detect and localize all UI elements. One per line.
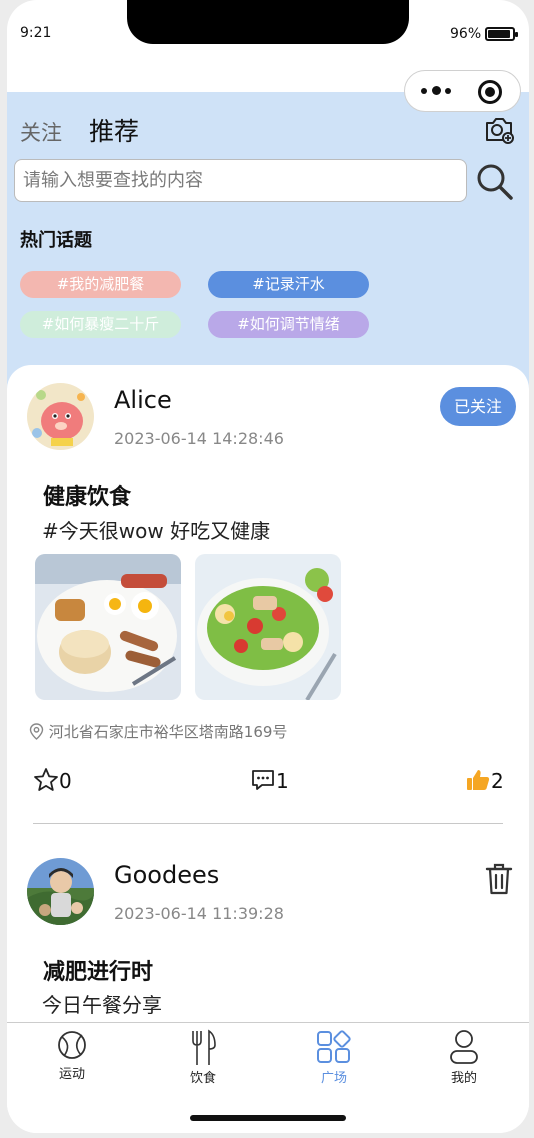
close-target-icon[interactable]: [478, 80, 502, 104]
tab-label: 饮食: [189, 1071, 216, 1086]
search-input[interactable]: [15, 160, 466, 201]
search-box: [14, 159, 467, 202]
post-body: #今天很wow 好吃又健康: [42, 519, 271, 543]
like-count: 2: [491, 769, 504, 793]
post-location[interactable]: 河北省石家庄市裕华区塔南路169号: [29, 721, 287, 742]
header-area: 关注 推荐 热门话题 #我的减肥餐 #记录汗水 #如何暴瘦二十斤 #如何调节情绪: [7, 92, 529, 392]
tab-label: 我的: [450, 1071, 477, 1086]
topic-tag[interactable]: #如何调节情绪: [208, 311, 369, 338]
favorite-count: 0: [59, 769, 72, 793]
topic-tag[interactable]: #如何暴瘦二十斤: [20, 311, 181, 338]
hot-topics-title: 热门话题: [20, 230, 92, 251]
comment-icon: [252, 770, 274, 790]
tab-recommend[interactable]: 推荐: [89, 112, 139, 148]
square-grid-icon: [317, 1030, 351, 1063]
search-icon[interactable]: [475, 162, 515, 202]
post-body: 今日午餐分享: [42, 993, 162, 1017]
location-pin-icon: [29, 723, 44, 740]
trash-icon[interactable]: [483, 862, 515, 896]
post-title: 减肥进行时: [43, 960, 154, 985]
follow-button[interactable]: 已关注: [440, 387, 516, 426]
topic-tag[interactable]: #我的减肥餐: [20, 271, 181, 298]
notch: [127, 0, 409, 44]
phone-screen: 9:21 96% 关注 推荐 热门话题 #我的减肥餐 #记录汗水 #如何暴瘦二十…: [7, 0, 529, 1133]
topic-tag[interactable]: #记录汗水: [208, 271, 369, 298]
battery-icon: [485, 27, 518, 41]
post-author[interactable]: Goodees: [114, 861, 219, 889]
status-bar: 9:21 96%: [7, 0, 529, 60]
post-image-salad[interactable]: [195, 554, 341, 700]
post-time: 2023-06-14 11:39:28: [114, 904, 284, 923]
tab-square[interactable]: 广场: [294, 1029, 374, 1086]
more-dots-icon[interactable]: [421, 83, 461, 99]
comment-count: 1: [276, 769, 289, 793]
star-icon: [34, 768, 58, 791]
battery-percent: 96%: [450, 26, 482, 42]
tab-label: 运动: [58, 1067, 85, 1082]
favorite-action[interactable]: 0: [33, 767, 72, 793]
thumbs-up-icon: [467, 770, 490, 790]
status-time: 9:21: [20, 25, 52, 41]
bottom-tab-bar: 运动 饮食 广场 我的: [7, 1022, 529, 1133]
user-icon: [450, 1030, 478, 1064]
fork-knife-icon: [192, 1029, 216, 1065]
location-text: 河北省石家庄市裕华区塔南路169号: [48, 723, 288, 741]
sport-ball-icon: [58, 1031, 86, 1059]
comment-action[interactable]: 1: [250, 767, 289, 793]
capsule-menu: [404, 70, 521, 112]
tab-label: 广场: [320, 1071, 347, 1086]
tab-follow[interactable]: 关注: [20, 117, 62, 147]
avatar[interactable]: [27, 383, 94, 450]
home-indicator: [190, 1115, 346, 1121]
feed: Alice 2023-06-14 14:28:46 已关注 健康饮食 #今天很w…: [7, 365, 529, 1025]
post-divider: [33, 823, 503, 824]
post-time: 2023-06-14 14:28:46: [114, 429, 284, 448]
post-title: 健康饮食: [43, 485, 132, 510]
avatar[interactable]: [27, 858, 94, 925]
post-author[interactable]: Alice: [114, 386, 172, 414]
tab-mine[interactable]: 我的: [424, 1029, 504, 1086]
post-image-breakfast[interactable]: [35, 554, 181, 700]
like-action[interactable]: 2: [465, 767, 504, 793]
tab-sport[interactable]: 运动: [32, 1029, 112, 1082]
tab-diet[interactable]: 饮食: [163, 1029, 243, 1086]
camera-add-icon[interactable]: [483, 113, 515, 145]
